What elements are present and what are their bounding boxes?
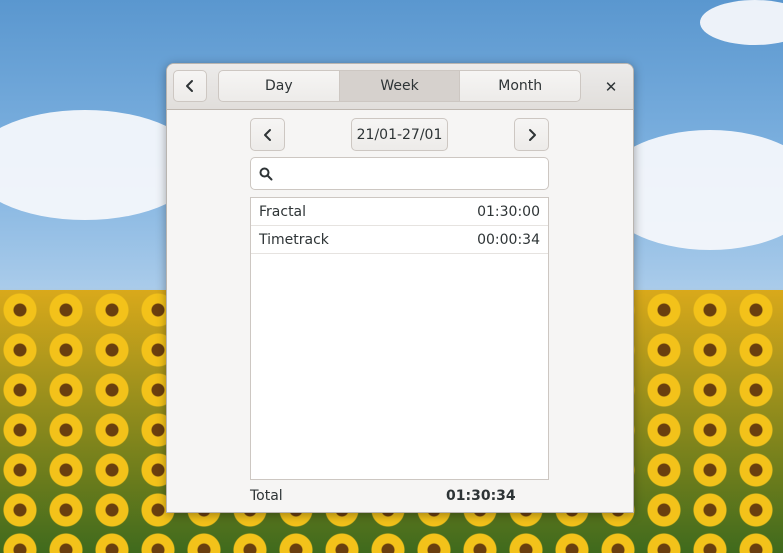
project-name: Fractal (259, 203, 307, 220)
project-name: Timetrack (259, 231, 329, 248)
tab-month[interactable]: Month (459, 70, 582, 102)
tab-day[interactable]: Day (218, 70, 340, 102)
list-item[interactable]: Timetrack 00:00:34 (251, 226, 548, 254)
chevron-right-icon (528, 128, 536, 141)
close-button[interactable]: ✕ (601, 77, 621, 97)
tab-week[interactable]: Week (338, 70, 461, 102)
previous-period-button[interactable] (250, 118, 285, 151)
project-time: 01:30:00 (477, 203, 540, 220)
header-bar: Day Week Month ✕ (167, 64, 633, 110)
app-window: Day Week Month ✕ 21/01-27/01 Fractal 01:… (166, 63, 634, 513)
chevron-left-icon (263, 128, 271, 141)
close-icon: ✕ (604, 78, 618, 96)
total-label: Total (250, 488, 283, 504)
total-row: Total 01:30:34 (250, 486, 549, 506)
main-content: 21/01-27/01 Fractal 01:30:00 Timetrack 0… (167, 110, 633, 512)
search-icon (251, 167, 281, 181)
cloud (700, 0, 783, 45)
total-value: 01:30:34 (446, 488, 516, 504)
next-period-button[interactable] (514, 118, 549, 151)
search-field[interactable] (250, 157, 549, 190)
list-item[interactable]: Fractal 01:30:00 (251, 198, 548, 226)
search-input[interactable] (281, 158, 548, 189)
period-switcher: Day Week Month (218, 70, 582, 102)
date-range-button[interactable]: 21/01-27/01 (351, 118, 448, 151)
chevron-left-icon (186, 80, 193, 92)
project-time: 00:00:34 (477, 231, 540, 248)
back-button[interactable] (173, 70, 207, 102)
project-list: Fractal 01:30:00 Timetrack 00:00:34 (250, 197, 549, 480)
